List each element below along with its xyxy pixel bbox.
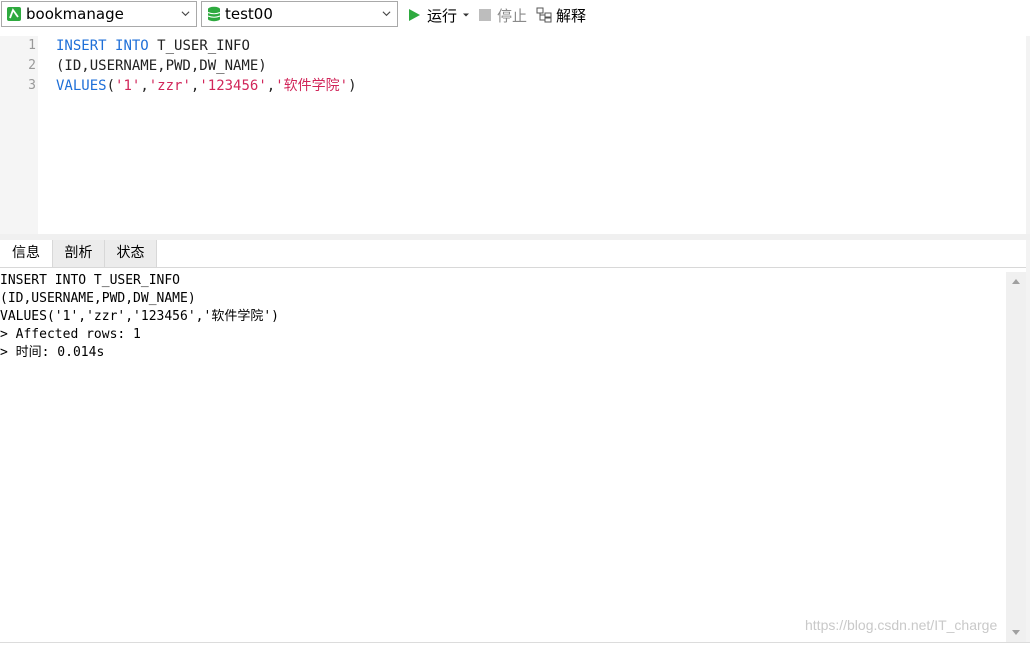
explain-icon [536, 7, 552, 23]
code-line: INSERT INTO T_USER_INFO [56, 36, 250, 56]
identifier: (ID,USERNAME,PWD,DW_NAME) [56, 58, 267, 74]
output-line: (ID,USERNAME,PWD,DW_NAME) [0, 291, 196, 306]
scroll-up-icon[interactable] [1012, 278, 1020, 284]
stop-button[interactable]: 停止 [479, 4, 527, 26]
result-tabs: 信息 剖析 状态 [0, 240, 1026, 268]
code-line: VALUES('1','zzr','123456','软件学院') [56, 76, 357, 96]
caret-down-icon[interactable] [462, 11, 470, 19]
tab-info[interactable]: 信息 [0, 240, 53, 267]
identifier: T_USER_INFO [157, 38, 250, 54]
connection-select[interactable]: bookmanage [1, 1, 197, 27]
stop-icon [479, 9, 491, 21]
database-select[interactable]: test00 [201, 1, 398, 27]
line-number: 3 [28, 78, 36, 93]
punct: ) [348, 78, 357, 94]
connection-icon [7, 7, 21, 21]
message-output: INSERT INTO T_USER_INFO (ID,USERNAME,PWD… [0, 272, 1006, 642]
explain-button[interactable]: 解释 [536, 4, 586, 26]
string-literal: '软件学院' [275, 78, 349, 94]
punct: , [266, 78, 276, 94]
tab-status[interactable]: 状态 [105, 240, 157, 267]
run-label: 运行 [427, 6, 458, 25]
explain-label: 解释 [556, 6, 587, 25]
database-value: test00 [225, 5, 273, 23]
code-line: (ID,USERNAME,PWD,DW_NAME) [56, 56, 267, 76]
toolbar: bookmanage test00 运行 停止 解释 [0, 0, 1030, 30]
vertical-scrollbar[interactable] [1006, 272, 1026, 642]
keyword: VALUES [56, 78, 107, 94]
line-number-gutter: 1 2 3 [0, 36, 38, 234]
keyword: INSERT [56, 38, 107, 54]
editor-right-edge [1026, 36, 1030, 642]
string-literal: 'zzr' [148, 78, 191, 94]
bottom-divider [0, 642, 1030, 643]
chevron-down-icon [382, 11, 391, 17]
output-line: > Affected rows: 1 [0, 327, 141, 342]
database-icon [207, 6, 221, 22]
output-line: VALUES('1','zzr','123456','软件学院') [0, 309, 279, 324]
punct: , [140, 78, 149, 94]
keyword: INTO [115, 38, 149, 54]
play-icon [409, 9, 420, 21]
stop-label: 停止 [497, 6, 528, 25]
run-button[interactable]: 运行 [407, 4, 470, 26]
output-line: INSERT INTO T_USER_INFO [0, 273, 181, 288]
punct: ( [106, 78, 116, 94]
sql-editor[interactable]: 1 2 3 INSERT INTO T_USER_INFO (ID,USERNA… [0, 36, 1026, 234]
line-number: 1 [28, 38, 36, 53]
scroll-down-icon[interactable] [1012, 630, 1020, 636]
string-literal: '1' [115, 78, 141, 94]
string-literal: '123456' [199, 78, 267, 94]
chevron-down-icon [181, 11, 190, 17]
output-line: > 时间: 0.014s [0, 345, 105, 360]
line-number: 2 [28, 58, 36, 73]
tab-profile[interactable]: 剖析 [53, 240, 105, 267]
watermark-text: https://blog.csdn.net/IT_charge [805, 617, 998, 633]
connection-value: bookmanage [26, 5, 124, 23]
